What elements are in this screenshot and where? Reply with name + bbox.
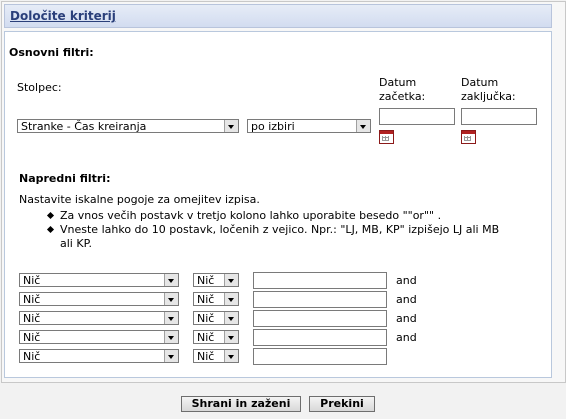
filter-value-input[interactable] xyxy=(253,272,387,289)
bullet-icon xyxy=(46,211,55,220)
date-start-input[interactable] xyxy=(379,108,455,125)
chevron-down-icon[interactable] xyxy=(164,350,178,362)
chevron-down-icon[interactable] xyxy=(224,350,238,362)
chevron-down-icon[interactable] xyxy=(164,293,178,305)
cancel-button[interactable]: Prekini xyxy=(309,396,375,412)
filter-field-select[interactable]: Nič xyxy=(19,311,179,325)
chevron-down-icon[interactable] xyxy=(164,331,178,343)
chevron-down-icon[interactable] xyxy=(356,120,370,132)
criteria-header: Določite kriterij xyxy=(4,4,552,28)
date-end-label-line2: zaključka: xyxy=(461,90,516,103)
column-label: Stolpec: xyxy=(17,81,62,94)
save-run-button[interactable]: Shrani in zaženi xyxy=(181,396,301,412)
chevron-down-icon[interactable] xyxy=(224,274,238,286)
filter-operator-value: Nič xyxy=(197,293,215,306)
date-end-label-line1: Datum xyxy=(461,76,499,89)
filter-operator-select[interactable]: Nič xyxy=(193,273,239,287)
filter-operator-select[interactable]: Nič xyxy=(193,292,239,306)
bullet-icon xyxy=(46,225,55,234)
date-start-label-line1: Datum xyxy=(379,76,417,89)
filter-operator-value: Nič xyxy=(197,350,215,363)
calendar-icon[interactable] xyxy=(379,130,394,144)
mode-select[interactable]: po izbiri xyxy=(247,119,371,133)
criteria-frame: Določite kriterij Osnovni filtri: Stolpe… xyxy=(1,1,566,383)
filter-field-select[interactable]: Nič xyxy=(19,330,179,344)
filter-connector: and xyxy=(396,293,417,306)
chevron-down-icon[interactable] xyxy=(164,274,178,286)
filter-operator-value: Nič xyxy=(197,274,215,287)
filter-field-value: Nič xyxy=(23,331,41,344)
basic-filters-title: Osnovni filtri: xyxy=(9,46,94,59)
column-select[interactable]: Stranke - Čas kreiranja xyxy=(17,119,239,133)
chevron-down-icon[interactable] xyxy=(224,293,238,305)
date-end-input[interactable] xyxy=(461,108,537,125)
advanced-intro: Nastavite iskalne pogoje za omejitev izp… xyxy=(19,193,260,206)
criteria-panel: Osnovni filtri: Stolpec: Datum začetka: … xyxy=(4,31,552,378)
advanced-hint-2-line2: ali KP. xyxy=(60,237,92,250)
filter-operator-value: Nič xyxy=(197,312,215,325)
filter-field-select[interactable]: Nič xyxy=(19,292,179,306)
filter-value-input[interactable] xyxy=(253,329,387,346)
filter-connector: and xyxy=(396,312,417,325)
filter-connector: and xyxy=(396,331,417,344)
filter-field-value: Nič xyxy=(23,312,41,325)
filter-field-value: Nič xyxy=(23,293,41,306)
chevron-down-icon[interactable] xyxy=(224,331,238,343)
filter-field-select[interactable]: Nič xyxy=(19,273,179,287)
filter-operator-value: Nič xyxy=(197,331,215,344)
column-select-value: Stranke - Čas kreiranja xyxy=(21,120,147,133)
advanced-hint-2-line1: Vneste lahko do 10 postavk, ločenih z ve… xyxy=(60,223,500,236)
filter-operator-select[interactable]: Nič xyxy=(193,330,239,344)
filter-value-input[interactable] xyxy=(253,291,387,308)
filter-field-value: Nič xyxy=(23,350,41,363)
criteria-title[interactable]: Določite kriterij xyxy=(10,9,116,23)
filter-operator-select[interactable]: Nič xyxy=(193,349,239,363)
date-start-label-line2: začetka: xyxy=(379,90,426,103)
filter-value-input[interactable] xyxy=(253,348,387,365)
filter-field-value: Nič xyxy=(23,274,41,287)
chevron-down-icon[interactable] xyxy=(224,312,238,324)
mode-select-value: po izbiri xyxy=(251,120,295,133)
calendar-icon[interactable] xyxy=(461,130,476,144)
filter-value-input[interactable] xyxy=(253,310,387,327)
filter-connector: and xyxy=(396,274,417,287)
chevron-down-icon[interactable] xyxy=(224,120,238,132)
filter-field-select[interactable]: Nič xyxy=(19,349,179,363)
chevron-down-icon[interactable] xyxy=(164,312,178,324)
filter-operator-select[interactable]: Nič xyxy=(193,311,239,325)
advanced-hint-1: Za vnos večih postavk v tretjo kolono la… xyxy=(60,209,442,222)
advanced-filters-title: Napredni filtri: xyxy=(19,172,111,185)
